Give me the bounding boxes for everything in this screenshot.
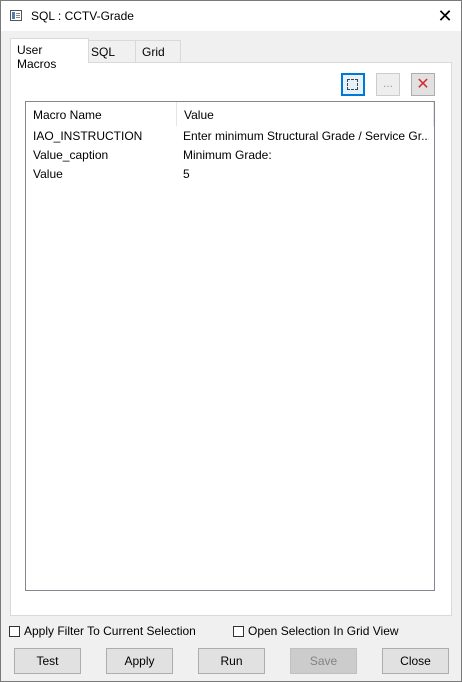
edit-macro-button[interactable]: ...	[376, 73, 400, 96]
test-button[interactable]: Test	[14, 648, 81, 674]
macro-value-cell: 5	[183, 167, 190, 181]
macro-name-cell: Value	[33, 167, 63, 181]
save-button[interactable]: Save	[290, 648, 357, 674]
table-row[interactable]: Value 5	[26, 165, 434, 184]
column-header-value[interactable]: Value	[177, 102, 434, 126]
tab-sql[interactable]: SQL	[84, 40, 136, 62]
sql-window-icon	[10, 10, 22, 21]
title-bar: SQL : CCTV-Grade ✕	[1, 1, 461, 31]
apply-filter-checkbox[interactable]: Apply Filter To Current Selection	[9, 623, 196, 639]
new-macro-icon	[347, 79, 358, 90]
column-header-macro-name[interactable]: Macro Name	[26, 102, 177, 126]
apply-button[interactable]: Apply	[106, 648, 173, 674]
apply-filter-checkbox-box[interactable]	[9, 625, 20, 637]
open-grid-view-checkbox-box[interactable]	[233, 625, 244, 637]
table-row[interactable]: IAO_INSTRUCTION Enter minimum Structural…	[26, 127, 434, 146]
macro-name-cell: IAO_INSTRUCTION	[33, 129, 143, 143]
delete-macro-button[interactable]: ✕	[411, 73, 435, 96]
tab-user-macros[interactable]: User Macros	[10, 38, 89, 71]
macro-value-cell: Minimum Grade:	[183, 148, 272, 162]
close-button[interactable]: Close	[382, 648, 449, 674]
macros-list[interactable]: Macro Name Value IAO_INSTRUCTION Enter m…	[25, 101, 435, 591]
open-grid-view-checkbox[interactable]: Open Selection In Grid View	[233, 623, 399, 639]
tab-sql-label: SQL	[91, 45, 116, 59]
delete-x-icon: ✕	[416, 76, 430, 93]
ellipsis-icon: ...	[382, 76, 393, 90]
open-grid-view-label: Open Selection In Grid View	[248, 624, 399, 638]
window-title: SQL : CCTV-Grade	[31, 9, 134, 23]
tab-grid[interactable]: Grid	[135, 40, 181, 62]
new-macro-button[interactable]	[341, 73, 365, 96]
macro-name-cell: Value_caption	[33, 148, 109, 162]
macro-value-cell: Enter minimum Structural Grade / Service…	[183, 129, 429, 143]
sql-dialog-window: SQL : CCTV-Grade ✕ SQL Grid User Macros …	[0, 0, 462, 682]
tab-user-macros-label: User Macros	[17, 43, 57, 71]
macros-list-header: Macro Name Value	[26, 102, 434, 126]
close-icon[interactable]: ✕	[433, 5, 457, 27]
tab-grid-label: Grid	[142, 45, 165, 59]
table-row[interactable]: Value_caption Minimum Grade:	[26, 146, 434, 165]
apply-filter-label: Apply Filter To Current Selection	[24, 624, 196, 638]
run-button[interactable]: Run	[198, 648, 265, 674]
